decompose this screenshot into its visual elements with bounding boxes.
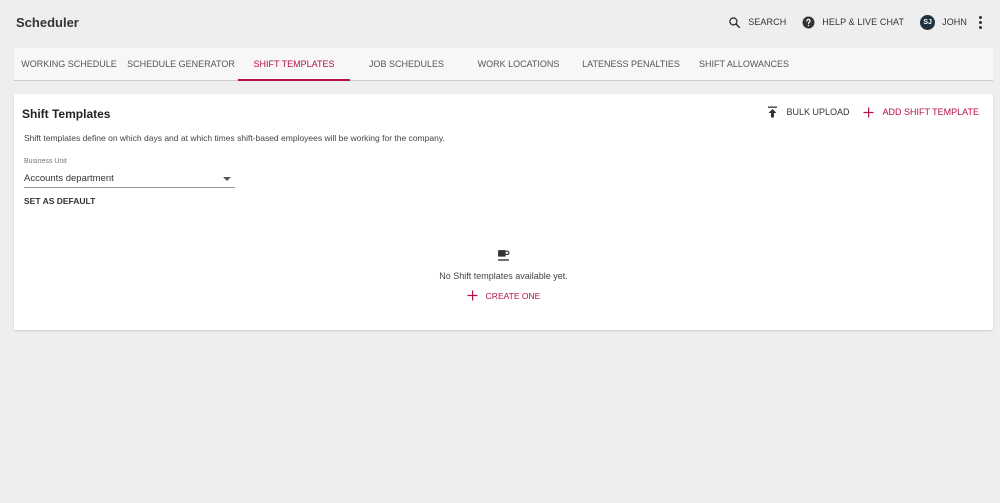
empty-state-text: No Shift templates available yet. [439, 271, 568, 281]
business-unit-label: Business Unit [24, 158, 67, 165]
set-as-default-button[interactable]: SET AS DEFAULT [24, 196, 95, 206]
business-unit-select[interactable]: Accounts department [24, 170, 235, 188]
card-actions: BULK UPLOAD ADD SHIFT TEMPLATE [767, 106, 979, 118]
card-title: Shift Templates [22, 107, 111, 121]
user-name: JOHN [942, 17, 967, 27]
tab-shift-allowances[interactable]: SHIFT ALLOWANCES [688, 48, 800, 80]
bulk-upload-button[interactable]: BULK UPLOAD [767, 106, 849, 118]
help-chat-button[interactable]: HELP & LIVE CHAT [802, 16, 904, 29]
business-unit-value: Accounts department [24, 173, 114, 184]
tab-work-locations[interactable]: WORK LOCATIONS [463, 48, 574, 80]
add-shift-template-button[interactable]: ADD SHIFT TEMPLATE [863, 107, 979, 118]
bulk-upload-label: BULK UPLOAD [786, 107, 850, 117]
help-label: HELP & LIVE CHAT [822, 17, 905, 27]
add-shift-template-label: ADD SHIFT TEMPLATE [882, 107, 979, 117]
app-title: Scheduler [16, 14, 79, 30]
tab-schedule-generator[interactable]: SCHEDULE GENERATOR [124, 48, 238, 80]
tab-working-schedule[interactable]: WORKING SCHEDULE [14, 48, 124, 80]
more-vert-icon[interactable] [977, 13, 984, 32]
plus-icon [467, 290, 478, 301]
search-button[interactable]: SEARCH [728, 16, 786, 29]
card-description: Shift templates define on which days and… [24, 133, 445, 143]
search-icon [729, 16, 741, 28]
search-label: SEARCH [748, 17, 787, 27]
top-actions: SEARCH HELP & LIVE CHAT SJ JOHN [712, 13, 984, 32]
create-one-label: CREATE ONE [485, 290, 541, 301]
create-one-button[interactable]: CREATE ONE [467, 290, 541, 301]
caret-down-icon [223, 176, 231, 181]
top-bar: Scheduler SEARCH HELP & LIVE CHAT SJ JOH… [0, 0, 1000, 44]
user-menu-button[interactable]: SJ JOHN [920, 14, 967, 30]
tab-shift-templates[interactable]: SHIFT TEMPLATES [238, 48, 350, 81]
help-icon [802, 16, 815, 28]
shift-templates-card: Shift Templates BULK UPLOAD ADD SHIFT TE… [14, 94, 993, 330]
upload-icon [768, 106, 778, 118]
tab-job-schedules[interactable]: JOB SCHEDULES [350, 48, 463, 80]
avatar: SJ [920, 14, 936, 30]
empty-state: No Shift templates available yet. CREATE… [14, 249, 993, 301]
tab-bar: WORKING SCHEDULE SCHEDULE GENERATOR SHIF… [14, 48, 993, 81]
coffee-icon [498, 250, 510, 261]
tab-lateness-penalties[interactable]: LATENESS PENALTIES [574, 48, 688, 80]
plus-icon [863, 107, 874, 117]
